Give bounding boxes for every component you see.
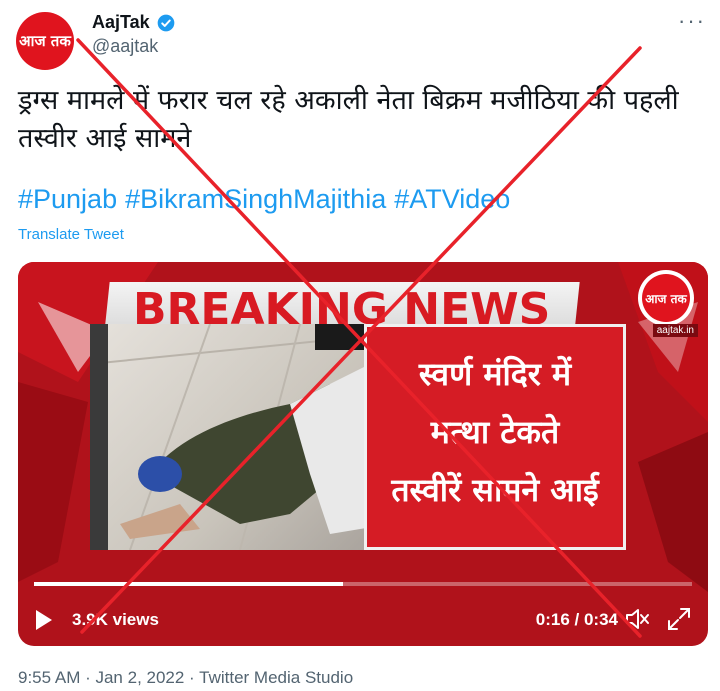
caption-line-2: मत्था टेकते [430,413,560,451]
hindi-caption-panel: स्वर्ण मंदिर में मत्था टेकते तस्वीरें सा… [364,324,626,550]
account-handle[interactable]: @aajtak [92,36,158,57]
progress-bar[interactable] [34,582,692,586]
caption-text: स्वर्ण मंदिर में मत्था टेकते तस्वीरें सा… [367,345,623,519]
video-time: 0:16 / 0:34 [535,610,618,629]
fullscreen-icon[interactable] [666,606,692,632]
tweet-meta: 9:55 AM · Jan 2, 2022 · Twitter Media St… [18,668,354,687]
more-options-icon[interactable]: ··· [678,8,706,34]
account-name[interactable]: AajTak [92,12,150,33]
hashtag-link[interactable]: #Punjab [18,184,117,214]
caption-line-1: स्वर्ण मंदिर में [418,355,572,393]
channel-logo-text: आज तक [642,274,690,322]
translate-tweet-link[interactable]: Translate Tweet [18,226,124,243]
aajtak-logo-text: आज तक [19,31,71,50]
channel-logo: आज तक [638,270,694,326]
hashtags: #Punjab #BikramSinghMajithia #ATVideo [18,184,518,215]
caption-line-3: तस्वीरें सामने आई [391,471,599,509]
account-name-row[interactable]: AajTak [92,12,176,33]
progress-fill [34,582,344,586]
hashtag-link[interactable]: #BikramSinghMajithia [125,184,386,214]
mute-icon[interactable] [624,606,650,632]
play-icon[interactable] [36,610,52,630]
avatar[interactable]: आज तक [16,12,74,70]
tweet-text: ड्रग्स मामले में फरार चल रहे अकाली नेता … [18,85,679,154]
channel-url: aajtak.in [652,324,698,337]
verified-badge-icon [157,14,175,31]
video-still-photo [90,324,390,550]
photo-illustration [90,324,390,550]
view-count: 3.9K views [72,610,159,629]
hashtag-link[interactable]: #ATVideo [394,184,510,214]
video-player[interactable]: BREAKING NEWS आज तक aajtak.in स्वर्ण मंद… [18,262,708,646]
